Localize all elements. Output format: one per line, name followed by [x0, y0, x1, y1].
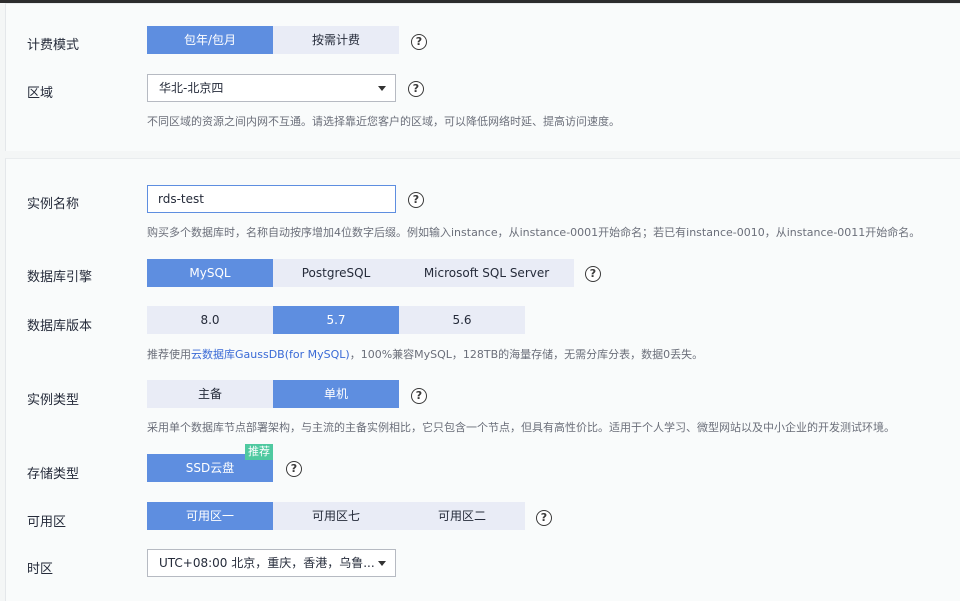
gaussdb-link[interactable]: 云数据库GaussDB(for MySQL)	[191, 348, 350, 361]
timezone-select[interactable]: UTC+08:00 北京，重庆，香港，乌鲁...	[147, 549, 396, 577]
az-option-7[interactable]: 可用区七	[273, 502, 399, 530]
instance-name-label: 实例名称	[27, 197, 80, 212]
instance-type-help-icon[interactable]: ?	[411, 388, 427, 404]
instance-name-hint: 购买多个数据库时，名称自动按序增加4位数字后缀。例如输入instance，从in…	[147, 226, 921, 239]
timezone-label: 时区	[27, 562, 54, 577]
az-option-2[interactable]: 可用区二	[399, 502, 525, 530]
chevron-down-icon	[378, 561, 386, 566]
billing-label: 计费模式	[27, 38, 80, 53]
az-option-1[interactable]: 可用区一	[147, 502, 273, 530]
version-hint-prefix: 推荐使用	[147, 348, 191, 361]
region-hint: 不同区域的资源之间内网不互通。请选择靠近您客户的区域，可以降低网络时延、提高访问…	[147, 115, 620, 128]
instance-type-option-ha[interactable]: 主备	[147, 380, 273, 408]
region-label: 区域	[27, 86, 54, 101]
region-help-icon[interactable]: ?	[408, 81, 424, 97]
instance-name-input[interactable]	[147, 185, 396, 213]
billing-help-icon[interactable]: ?	[411, 34, 427, 50]
billing-option-ondemand[interactable]: 按需计费	[273, 26, 399, 54]
region-select[interactable]: 华北-北京四	[147, 74, 396, 102]
instance-type-label: 实例类型	[27, 393, 80, 408]
recommended-badge: 推荐	[245, 444, 273, 460]
engine-help-icon[interactable]: ?	[585, 266, 601, 282]
storage-option-ssd[interactable]: SSD云盘 推荐	[147, 444, 273, 482]
az-label: 可用区	[27, 515, 67, 530]
engine-option-sqlserver[interactable]: Microsoft SQL Server	[399, 259, 574, 287]
instance-type-hint: 采用单个数据库节点部署架构，与主流的主备实例相比，它只包含一个节点，但具有高性价…	[147, 421, 895, 434]
storage-option-label: SSD云盘	[185, 461, 235, 475]
version-label: 数据库版本	[27, 319, 93, 334]
az-selector: 可用区一 可用区七 可用区二	[147, 502, 525, 530]
timezone-select-value: UTC+08:00 北京，重庆，香港，乌鲁...	[159, 556, 375, 570]
az-help-icon[interactable]: ?	[536, 510, 552, 526]
region-select-value: 华北-北京四	[159, 81, 224, 95]
chevron-down-icon	[378, 86, 386, 91]
version-hint-suffix: ，100%兼容MySQL，128TB的海量存储，无需分库分表，数据0丢失。	[349, 348, 704, 361]
instance-name-help-icon[interactable]: ?	[408, 192, 424, 208]
instance-type-option-single[interactable]: 单机	[273, 380, 399, 408]
version-hint: 推荐使用云数据库GaussDB(for MySQL)，100%兼容MySQL，1…	[147, 346, 703, 362]
engine-option-mysql[interactable]: MySQL	[147, 259, 273, 287]
storage-help-icon[interactable]: ?	[286, 461, 302, 477]
version-option-5-7[interactable]: 5.7	[273, 306, 399, 334]
engine-selector: MySQL PostgreSQL Microsoft SQL Server	[147, 259, 574, 287]
version-selector: 8.0 5.7 5.6	[147, 306, 525, 334]
engine-option-postgresql[interactable]: PostgreSQL	[273, 259, 399, 287]
storage-label: 存储类型	[27, 467, 80, 482]
storage-selector: SSD云盘 推荐	[147, 444, 273, 482]
billing-option-yearly[interactable]: 包年/包月	[147, 26, 273, 54]
engine-label: 数据库引擎	[27, 270, 93, 285]
instance-type-selector: 主备 单机	[147, 380, 399, 408]
billing-selector: 包年/包月 按需计费	[147, 26, 399, 54]
version-option-8-0[interactable]: 8.0	[147, 306, 273, 334]
version-option-5-6[interactable]: 5.6	[399, 306, 525, 334]
